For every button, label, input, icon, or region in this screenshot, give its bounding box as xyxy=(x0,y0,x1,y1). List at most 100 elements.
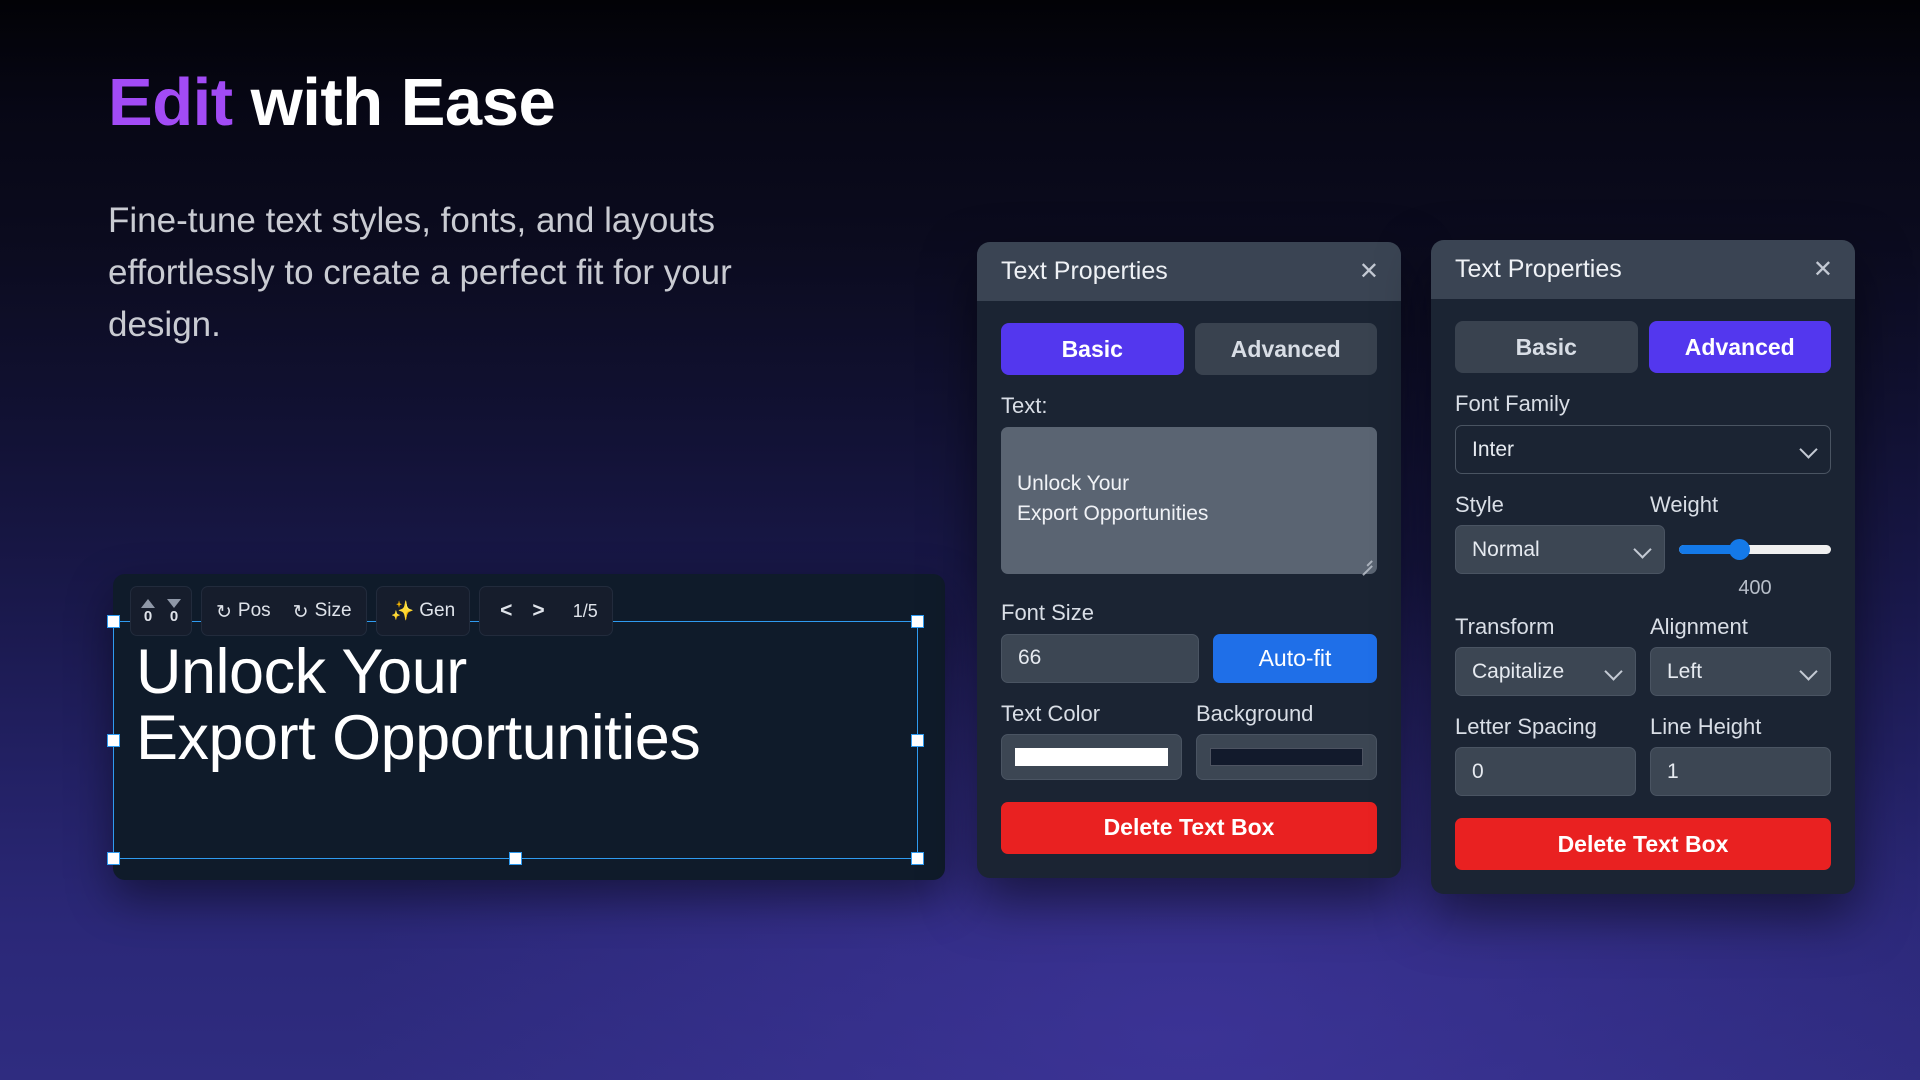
nudge-up-value: 0 xyxy=(143,607,153,625)
alignment-value: Left xyxy=(1667,659,1703,683)
reset-position-label: Pos xyxy=(237,600,271,621)
style-label: Style xyxy=(1455,492,1504,517)
page-root: Edit with Ease Fine-tune text styles, fo… xyxy=(0,0,1920,1080)
transform-label: Transform xyxy=(1455,614,1555,639)
page-title: Edit with Ease xyxy=(108,65,868,140)
color-labels-row: Text Color Background xyxy=(1001,701,1377,734)
text-field-label: Text: xyxy=(1001,393,1048,418)
undo-icon: ↻ xyxy=(216,601,232,623)
resize-handle-bottom-right[interactable] xyxy=(911,852,924,865)
weight-slider-track[interactable] xyxy=(1679,539,1831,560)
transform-alignment-controls-row: Capitalize Left xyxy=(1455,647,1831,696)
undo-icon: ↻ xyxy=(292,601,309,623)
font-family-label: Font Family xyxy=(1455,391,1570,416)
text-input[interactable]: Unlock Your Export Opportunities xyxy=(1001,427,1377,574)
selected-text-box[interactable]: Unlock Your Export Opportunities xyxy=(107,615,924,865)
font-family-select[interactable]: Inter xyxy=(1455,425,1831,474)
style-select[interactable]: Normal xyxy=(1455,525,1665,574)
font-size-input[interactable]: 66 xyxy=(1001,633,1199,683)
generate-label: Gen xyxy=(419,600,456,621)
panel-body: Basic Advanced Font Family Inter Style W… xyxy=(1431,299,1855,894)
spacing-labels-row: Letter Spacing Line Height xyxy=(1455,714,1831,747)
resize-handle-middle-right[interactable] xyxy=(911,733,924,747)
text-color-label: Text Color xyxy=(1001,700,1101,726)
generate-button[interactable]: ✨ Gen xyxy=(391,600,456,622)
background-color-swatch xyxy=(1210,747,1363,766)
alignment-select[interactable]: Left xyxy=(1650,647,1831,696)
auto-fit-button[interactable]: Auto-fit xyxy=(1213,633,1377,683)
chevron-down-icon xyxy=(1604,661,1623,681)
sparkles-icon: ✨ xyxy=(390,600,415,622)
weight-value: 400 xyxy=(1738,577,1772,599)
tab-group: Basic Advanced xyxy=(1001,323,1377,375)
page-subtitle: Fine-tune text styles, fonts, and layout… xyxy=(108,201,732,344)
weight-label: Weight xyxy=(1650,492,1719,517)
resize-handle-top-left[interactable] xyxy=(107,615,120,628)
tab-basic[interactable]: Basic xyxy=(1455,321,1638,373)
panel-header: Text Properties ✕ xyxy=(1431,240,1855,299)
delete-text-box-button[interactable]: Delete Text Box xyxy=(1455,818,1831,870)
resize-handle-bottom-left[interactable] xyxy=(107,852,120,865)
close-icon[interactable]: ✕ xyxy=(1359,259,1379,284)
canvas-toolbar: 0 0 ↻ Pos ↻ Size ✨ Gen < > 1/5 xyxy=(130,586,613,636)
pagination-group: < > 1/5 xyxy=(479,586,613,636)
text-color-picker[interactable] xyxy=(1001,733,1182,780)
font-size-label: Font Size xyxy=(1001,599,1094,625)
panel-header: Text Properties ✕ xyxy=(977,242,1401,301)
canvas-card: 0 0 ↻ Pos ↻ Size ✨ Gen < > 1/5 Unlock Yo… xyxy=(107,574,945,880)
background-color-label: Background xyxy=(1196,700,1314,726)
resize-handle-bottom-center[interactable] xyxy=(509,852,522,865)
nudge-group: 0 0 xyxy=(130,586,192,636)
triangle-down-icon xyxy=(167,598,181,608)
spacing-inputs-row: 0 1 xyxy=(1455,747,1831,796)
line-height-input[interactable]: 1 xyxy=(1650,747,1831,796)
next-variant-button[interactable]: > xyxy=(526,599,550,623)
style-value: Normal xyxy=(1472,537,1540,561)
page-title-accent: Edit xyxy=(108,65,233,140)
panel-body: Basic Advanced Text: Unlock Your Export … xyxy=(977,301,1401,878)
chevron-down-icon xyxy=(1799,439,1818,459)
tab-advanced[interactable]: Advanced xyxy=(1648,321,1831,373)
nudge-up-stepper[interactable]: 0 xyxy=(141,598,155,625)
weight-control: 400 xyxy=(1679,525,1831,600)
page-title-rest: with Ease xyxy=(232,65,556,140)
style-weight-labels-row: Style Weight xyxy=(1455,492,1831,525)
variant-page-indicator: 1/5 xyxy=(572,600,598,621)
transform-alignment-labels-row: Transform Alignment xyxy=(1455,614,1831,647)
weight-slider[interactable] xyxy=(1679,525,1831,574)
panel-title: Text Properties xyxy=(1455,255,1622,283)
tab-basic[interactable]: Basic xyxy=(1001,323,1184,375)
reset-size-label: Size xyxy=(314,600,352,621)
text-properties-panel-basic: Text Properties ✕ Basic Advanced Text: U… xyxy=(977,242,1401,878)
hero-section: Edit with Ease Fine-tune text styles, fo… xyxy=(108,65,868,351)
close-icon[interactable]: ✕ xyxy=(1813,257,1833,282)
alignment-label: Alignment xyxy=(1650,614,1748,639)
letter-spacing-input[interactable]: 0 xyxy=(1455,747,1636,796)
weight-slider-thumb[interactable] xyxy=(1729,539,1751,560)
resize-handle-top-right[interactable] xyxy=(911,615,924,628)
transform-value: Capitalize xyxy=(1472,659,1565,683)
color-swatches-row xyxy=(1001,733,1377,780)
tab-group: Basic Advanced xyxy=(1455,321,1831,373)
text-color-swatch xyxy=(1015,747,1168,766)
text-input-value: Unlock Your Export Opportunities xyxy=(1017,472,1209,525)
resize-handle-middle-left[interactable] xyxy=(107,733,120,747)
transform-select[interactable]: Capitalize xyxy=(1455,647,1636,696)
chevron-down-icon xyxy=(1633,539,1652,559)
reset-size-button[interactable]: ↻ Size xyxy=(293,600,352,623)
tab-advanced[interactable]: Advanced xyxy=(1194,323,1377,375)
nudge-down-stepper[interactable]: 0 xyxy=(167,598,181,624)
reset-group: ↻ Pos ↻ Size xyxy=(201,586,367,636)
prev-variant-button[interactable]: < xyxy=(494,599,518,623)
reset-position-button[interactable]: ↻ Pos xyxy=(216,600,271,623)
text-properties-panel-advanced: Text Properties ✕ Basic Advanced Font Fa… xyxy=(1431,240,1855,894)
background-color-picker[interactable] xyxy=(1196,733,1377,780)
font-family-value: Inter xyxy=(1472,437,1515,461)
font-size-row: 66 Auto-fit xyxy=(1001,633,1377,683)
chevron-down-icon xyxy=(1799,661,1818,681)
resize-grip-icon[interactable] xyxy=(1359,557,1372,570)
delete-text-box-button[interactable]: Delete Text Box xyxy=(1001,801,1377,854)
panel-title: Text Properties xyxy=(1001,257,1168,285)
generate-group: ✨ Gen xyxy=(375,586,471,636)
letter-spacing-label: Letter Spacing xyxy=(1455,714,1597,739)
